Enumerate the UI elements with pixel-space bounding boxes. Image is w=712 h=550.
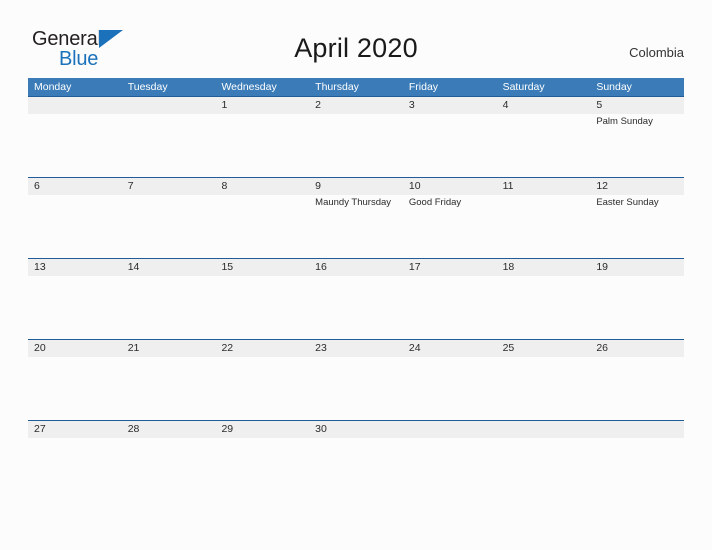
- day-cell[interactable]: 26: [590, 340, 684, 420]
- day-cell[interactable]: 12 Easter Sunday: [590, 178, 684, 258]
- day-cell[interactable]: [122, 97, 216, 177]
- day-cell[interactable]: 15: [215, 259, 309, 339]
- weekday-header-wednesday: Wednesday: [221, 81, 277, 93]
- day-number: 28: [127, 423, 140, 435]
- day-cell[interactable]: 5 Palm Sunday: [590, 97, 684, 177]
- day-number: 22: [221, 342, 234, 354]
- calendar-week-row: 27 28 29 30: [28, 420, 684, 501]
- day-number: 5: [596, 99, 603, 111]
- day-number: 23: [315, 342, 327, 354]
- weekday-header-friday: Friday: [408, 81, 439, 93]
- day-cell[interactable]: 11: [497, 178, 591, 258]
- day-number: 10: [408, 180, 421, 192]
- day-cell[interactable]: 13: [28, 259, 122, 339]
- day-number: 19: [596, 261, 608, 273]
- day-number: 12: [596, 180, 608, 192]
- day-cell[interactable]: 2: [309, 97, 403, 177]
- day-cell[interactable]: 10 Good Friday: [403, 178, 497, 258]
- day-number: 6: [34, 180, 40, 192]
- weekday-header-thursday: Thursday: [315, 81, 359, 93]
- day-number: 27: [34, 423, 46, 435]
- calendar-week-row: 1 2 3 4 5 Palm Sunday: [28, 96, 684, 177]
- day-cell[interactable]: 24: [403, 340, 497, 420]
- day-cell[interactable]: 18: [497, 259, 591, 339]
- day-cell[interactable]: 28: [122, 421, 216, 501]
- day-number: 26: [596, 342, 608, 354]
- day-cell[interactable]: 30: [309, 421, 403, 501]
- day-number: 21: [127, 342, 140, 354]
- day-number: 16: [315, 261, 327, 273]
- day-cell[interactable]: [403, 421, 497, 501]
- weekday-header-monday: Monday: [34, 81, 72, 93]
- day-number: 4: [502, 99, 509, 111]
- day-cell[interactable]: 6: [28, 178, 122, 258]
- day-number: 14: [127, 261, 140, 273]
- day-cell[interactable]: 19: [590, 259, 684, 339]
- calendar-week-row: 13 14 15 16 17 18 19: [28, 258, 684, 339]
- day-cell[interactable]: 17: [403, 259, 497, 339]
- day-number: 13: [34, 261, 46, 273]
- day-number: 25: [502, 342, 515, 354]
- day-cell[interactable]: [497, 421, 591, 501]
- day-number: 30: [315, 423, 327, 435]
- calendar-weekday-header-row: Monday Tuesday Wednesday Thursday Friday…: [28, 78, 684, 96]
- day-cell[interactable]: 29: [215, 421, 309, 501]
- day-number: 29: [221, 423, 234, 435]
- day-cell[interactable]: 9 Maundy Thursday: [309, 178, 403, 258]
- day-cell[interactable]: 25: [497, 340, 591, 420]
- day-number: 18: [502, 261, 515, 273]
- day-cell[interactable]: 14: [122, 259, 216, 339]
- calendar: Monday Tuesday Wednesday Thursday Friday…: [28, 78, 684, 501]
- page-title: April 2020: [294, 33, 418, 63]
- day-cell[interactable]: 27: [28, 421, 122, 501]
- page-header: General Blue April 2020 Colombia: [0, 0, 712, 76]
- calendar-week-row: 20 21 22 23 24 25 26: [28, 339, 684, 420]
- day-cell[interactable]: 16: [309, 259, 403, 339]
- region-label: Colombia: [629, 45, 684, 60]
- day-number: 17: [408, 261, 421, 273]
- day-event: Easter Sunday: [596, 197, 659, 208]
- weekday-header-tuesday: Tuesday: [127, 81, 168, 93]
- day-number: 11: [502, 180, 514, 192]
- day-cell[interactable]: 21: [122, 340, 216, 420]
- day-number: 3: [408, 99, 415, 111]
- day-number: 2: [315, 99, 321, 111]
- day-cell[interactable]: 8: [215, 178, 309, 258]
- day-cell[interactable]: 23: [309, 340, 403, 420]
- calendar-week-row: 6 7 8 9 Maundy Thursday 10 Good Friday 11 …: [28, 177, 684, 258]
- weekday-header-saturday: Saturday: [502, 81, 545, 93]
- day-cell[interactable]: 1: [215, 97, 309, 177]
- day-cell[interactable]: [28, 97, 122, 177]
- day-cell[interactable]: 22: [215, 340, 309, 420]
- day-cell[interactable]: [590, 421, 684, 501]
- day-number: [34, 97, 122, 114]
- day-cell[interactable]: 3: [403, 97, 497, 177]
- day-event: Palm Sunday: [596, 116, 653, 127]
- day-number: 1: [221, 99, 228, 111]
- day-cell[interactable]: 20: [28, 340, 122, 420]
- day-event: Maundy Thursday: [315, 197, 392, 208]
- day-number: 7: [127, 180, 134, 192]
- day-number: 15: [221, 261, 234, 273]
- day-number: [409, 421, 497, 438]
- day-number: 8: [221, 180, 228, 192]
- day-number: 20: [34, 342, 46, 354]
- day-cell[interactable]: 4: [497, 97, 591, 177]
- day-cell[interactable]: 7: [122, 178, 216, 258]
- day-number: [503, 421, 591, 438]
- day-number: [128, 97, 216, 114]
- day-number: 9: [315, 180, 321, 192]
- day-number: [596, 421, 684, 438]
- weekday-header-sunday: Sunday: [596, 81, 632, 93]
- day-event: Good Friday: [408, 197, 462, 208]
- day-number: 24: [408, 342, 421, 354]
